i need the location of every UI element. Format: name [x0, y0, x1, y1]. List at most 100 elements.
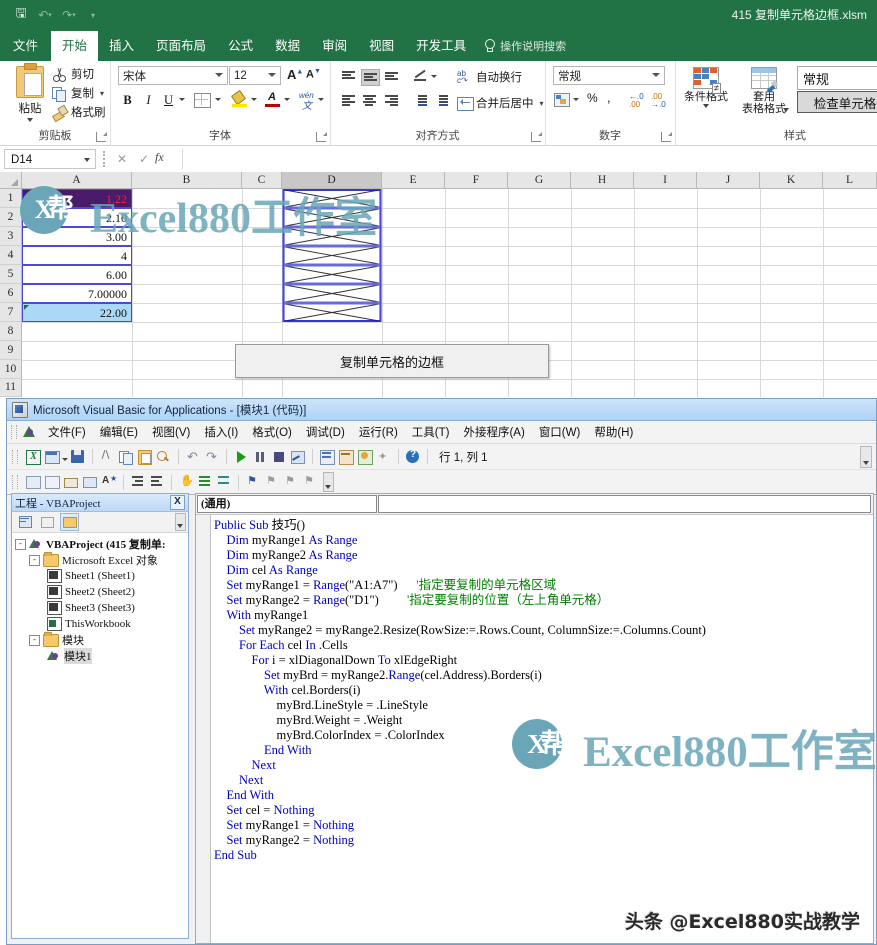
insert-userform-icon[interactable] — [43, 448, 61, 466]
project-tree[interactable]: - VBAProject (415 复制单: - Microsoft Excel… — [12, 532, 188, 938]
increase-indent-icon[interactable] — [433, 94, 450, 109]
row-header-3[interactable]: 3 — [0, 227, 22, 246]
tree-node-modules-folder[interactable]: - 模块 — [15, 631, 188, 648]
undo-icon[interactable]: ↶ ▾ — [34, 4, 56, 26]
expander-icon[interactable]: - — [29, 634, 40, 646]
orientation-chevron-down-icon[interactable] — [431, 75, 437, 78]
find-icon[interactable] — [155, 448, 173, 466]
object-browser-icon[interactable] — [356, 448, 374, 466]
column-header-h[interactable]: H — [571, 172, 634, 189]
project-explorer-icon[interactable] — [318, 448, 336, 466]
row-header-1[interactable]: 1 — [0, 189, 22, 208]
run-macro-button[interactable]: 复制单元格的边框 — [235, 344, 549, 378]
tab-page-layout[interactable]: 页面布局 — [145, 31, 217, 61]
row-header-5[interactable]: 5 — [0, 265, 22, 284]
column-header-d[interactable]: D — [282, 172, 382, 189]
column-header-a[interactable]: A — [22, 172, 132, 189]
tab-review[interactable]: 审阅 — [311, 31, 358, 61]
tab-file[interactable]: 文件 — [0, 31, 51, 61]
procedure-combo[interactable] — [378, 495, 871, 513]
code-window[interactable]: (通用) Public Sub 技巧() Dim myRange1 As Ran… — [195, 493, 874, 944]
undo-icon[interactable]: ↶ — [184, 448, 202, 466]
align-bottom-icon[interactable] — [383, 69, 400, 84]
tree-node-sheet1[interactable]: Sheet1 (Sheet1) — [15, 568, 188, 584]
menu-file[interactable]: 文件(F) — [41, 422, 93, 442]
close-icon[interactable]: X — [170, 495, 185, 510]
name-box[interactable]: D14 — [4, 149, 96, 169]
tab-home[interactable]: 开始 — [51, 31, 99, 61]
conditional-formatting-button[interactable]: ≠ 条件格式 — [679, 64, 733, 126]
tab-insert[interactable]: 插入 — [98, 31, 145, 61]
indent-icon[interactable] — [129, 473, 147, 491]
chevron-down-icon[interactable] — [84, 158, 90, 162]
next-bookmark-icon[interactable]: ⚑ — [263, 473, 281, 491]
chevron-down-icon[interactable] — [27, 118, 33, 122]
menu-edit[interactable]: 编辑(E) — [93, 422, 145, 442]
quick-access-toolbar[interactable]: 🖫 ↶ ▾ ↷ ▾ ▾ — [10, 4, 104, 26]
chevron-down-icon[interactable] — [268, 73, 276, 77]
accounting-chevron-down-icon[interactable] — [573, 98, 579, 101]
expander-icon[interactable]: - — [29, 554, 40, 566]
column-header-l[interactable]: L — [823, 172, 877, 189]
vba-standard-toolbar[interactable]: X ↶ ↷ ✦ ? 行 1, 列 1 — [7, 444, 876, 470]
chevron-down-icon[interactable] — [215, 73, 223, 77]
uncomment-block-icon[interactable] — [215, 473, 233, 491]
confirm-formula-icon[interactable]: ✓ — [134, 150, 154, 168]
toggle-folders-icon[interactable] — [60, 513, 79, 531]
properties-window-icon[interactable] — [337, 448, 355, 466]
tell-me-search[interactable]: 操作说明搜索 — [483, 31, 566, 61]
menu-grip-handle[interactable] — [11, 425, 17, 439]
accounting-format-icon[interactable] — [554, 92, 570, 107]
run-icon[interactable] — [232, 448, 250, 466]
spreadsheet-grid[interactable]: A B C D E F G H I J K L 1 2 3 4 5 6 7 8 … — [0, 172, 877, 397]
decrease-decimal-button[interactable]: .00 →.0 — [651, 93, 666, 109]
row-header-11[interactable]: 11 — [0, 379, 22, 397]
alignment-dialog-launcher[interactable] — [531, 132, 542, 142]
tree-node-vbaproject[interactable]: - VBAProject (415 复制单: — [15, 536, 188, 552]
expander-icon[interactable]: - — [15, 538, 26, 550]
menu-run[interactable]: 运行(R) — [352, 422, 405, 442]
menu-insert[interactable]: 插入(I) — [197, 422, 245, 442]
toggle-breakpoint-icon[interactable]: ✋ — [177, 473, 195, 491]
list-properties-icon[interactable] — [24, 473, 42, 491]
font-name-combo[interactable]: 宋体 — [118, 66, 228, 85]
phonetic-guide-icon[interactable]: wén 文 — [299, 91, 314, 112]
edit-toolbar-grip-handle[interactable] — [12, 475, 18, 489]
menu-window[interactable]: 窗口(W) — [532, 422, 588, 442]
help-icon[interactable]: ? — [404, 448, 422, 466]
phonetic-chevron-down-icon[interactable] — [318, 98, 324, 101]
list-constants-icon[interactable] — [43, 473, 61, 491]
vba-editor-window[interactable]: Microsoft Visual Basic for Applications … — [6, 398, 877, 945]
italic-button[interactable]: I — [139, 91, 158, 110]
project-explorer-toolbar[interactable] — [12, 512, 188, 533]
menu-addins[interactable]: 外接程序(A) — [456, 422, 531, 442]
view-excel-icon[interactable]: X — [24, 448, 42, 466]
toolbox-icon[interactable]: ✦ — [375, 448, 393, 466]
select-all-corner[interactable] — [0, 172, 22, 189]
tree-node-sheet3[interactable]: Sheet3 (Sheet3) — [15, 600, 188, 616]
paste-button[interactable]: 粘贴 — [8, 63, 52, 126]
stop-icon[interactable] — [270, 448, 288, 466]
cell-a3[interactable]: 3.00 — [22, 227, 132, 246]
fill-chevron-down-icon[interactable] — [251, 98, 257, 101]
pause-icon[interactable] — [251, 448, 269, 466]
code-editor[interactable]: Public Sub 技巧() Dim myRange1 As Range Di… — [196, 515, 873, 943]
menu-format[interactable]: 格式(O) — [245, 422, 299, 442]
toolbar-overflow-button[interactable] — [860, 446, 872, 468]
formula-input[interactable] — [182, 149, 873, 169]
menu-tools[interactable]: 工具(T) — [405, 422, 457, 442]
row-header-8[interactable]: 8 — [0, 322, 22, 341]
menu-debug[interactable]: 调试(D) — [299, 422, 352, 442]
chevron-down-icon[interactable]: ▾ — [540, 99, 544, 108]
insert-chevron-down-icon[interactable] — [62, 458, 68, 461]
menu-view[interactable]: 视图(V) — [145, 422, 197, 442]
chevron-down-icon[interactable] — [783, 108, 789, 112]
breakpoint-margin[interactable] — [196, 515, 211, 943]
tab-formulas[interactable]: 公式 — [217, 31, 264, 61]
align-middle-icon[interactable] — [361, 69, 380, 86]
customize-qat-icon[interactable]: ▾ — [82, 4, 104, 26]
tree-node-sheet2[interactable]: Sheet2 (Sheet2) — [15, 584, 188, 600]
insert-function-icon[interactable]: fx — [155, 150, 164, 165]
design-mode-icon[interactable] — [289, 448, 307, 466]
cell-a7[interactable]: 22.00 — [22, 303, 132, 322]
